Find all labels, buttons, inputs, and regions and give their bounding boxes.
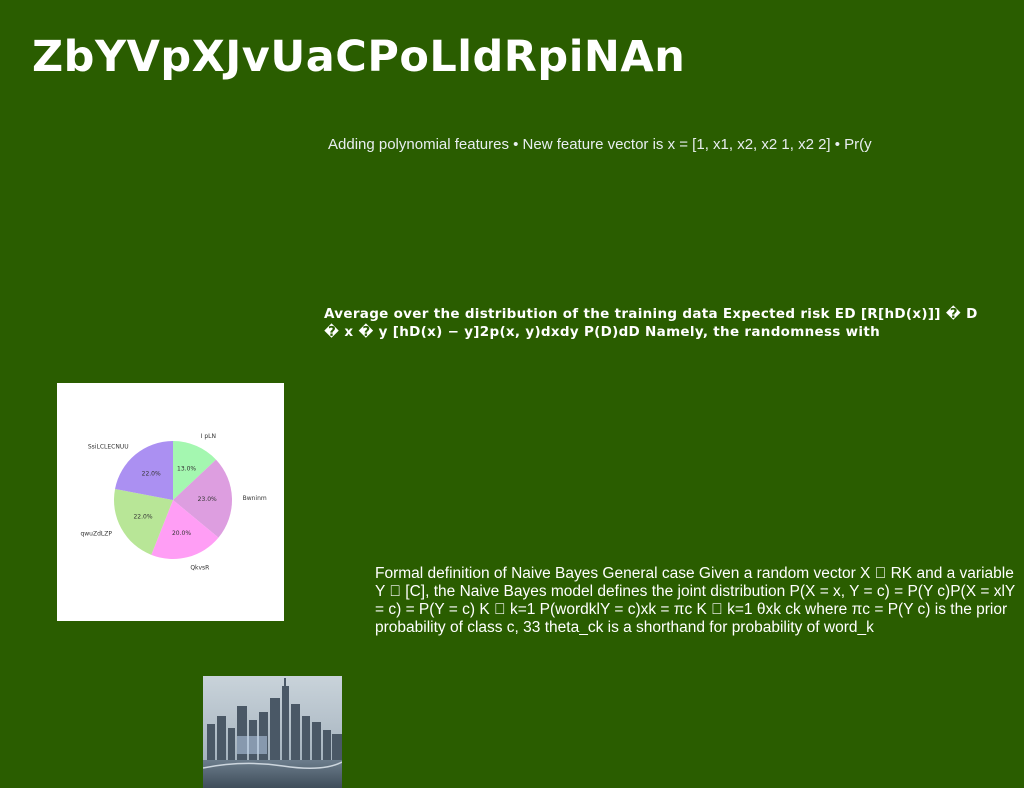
pie-chart: 13.0% I pLN 23.0% Bwninm 20.0% QkvsR 22.0% qwuZ… <box>80 433 267 571</box>
pie-category-label: SsiLCLECNUU <box>88 443 129 450</box>
pie-value-label: 20.0% <box>172 530 191 537</box>
polynomial-features-text: Adding polynomial features • New feature… <box>328 136 872 153</box>
city-skyline-image <box>203 676 342 788</box>
pie-value-label: 22.0% <box>133 513 152 520</box>
pie-value-label: 23.0% <box>198 496 217 503</box>
page-title: ZbYVpXJvUaCPoLldRpiNAn <box>32 32 686 82</box>
pie-category-label: QkvsR <box>190 564 209 571</box>
pie-value-label: 13.0% <box>177 466 196 473</box>
expected-risk-text: Average over the distribution of the tra… <box>324 306 978 340</box>
naive-bayes-text: Formal definition of Naive Bayes General… <box>375 565 1015 636</box>
pie-category-label: I pLN <box>201 433 216 440</box>
pie-category-label: qwuZdLZP <box>80 531 112 538</box>
city-skyline-photo <box>203 676 342 788</box>
pie-value-label: 22.0% <box>142 471 161 478</box>
pie-category-label: Bwninm <box>243 495 267 502</box>
pie-chart-card: 13.0% I pLN 23.0% Bwninm 20.0% QkvsR 22.0% qwuZ… <box>57 383 284 621</box>
